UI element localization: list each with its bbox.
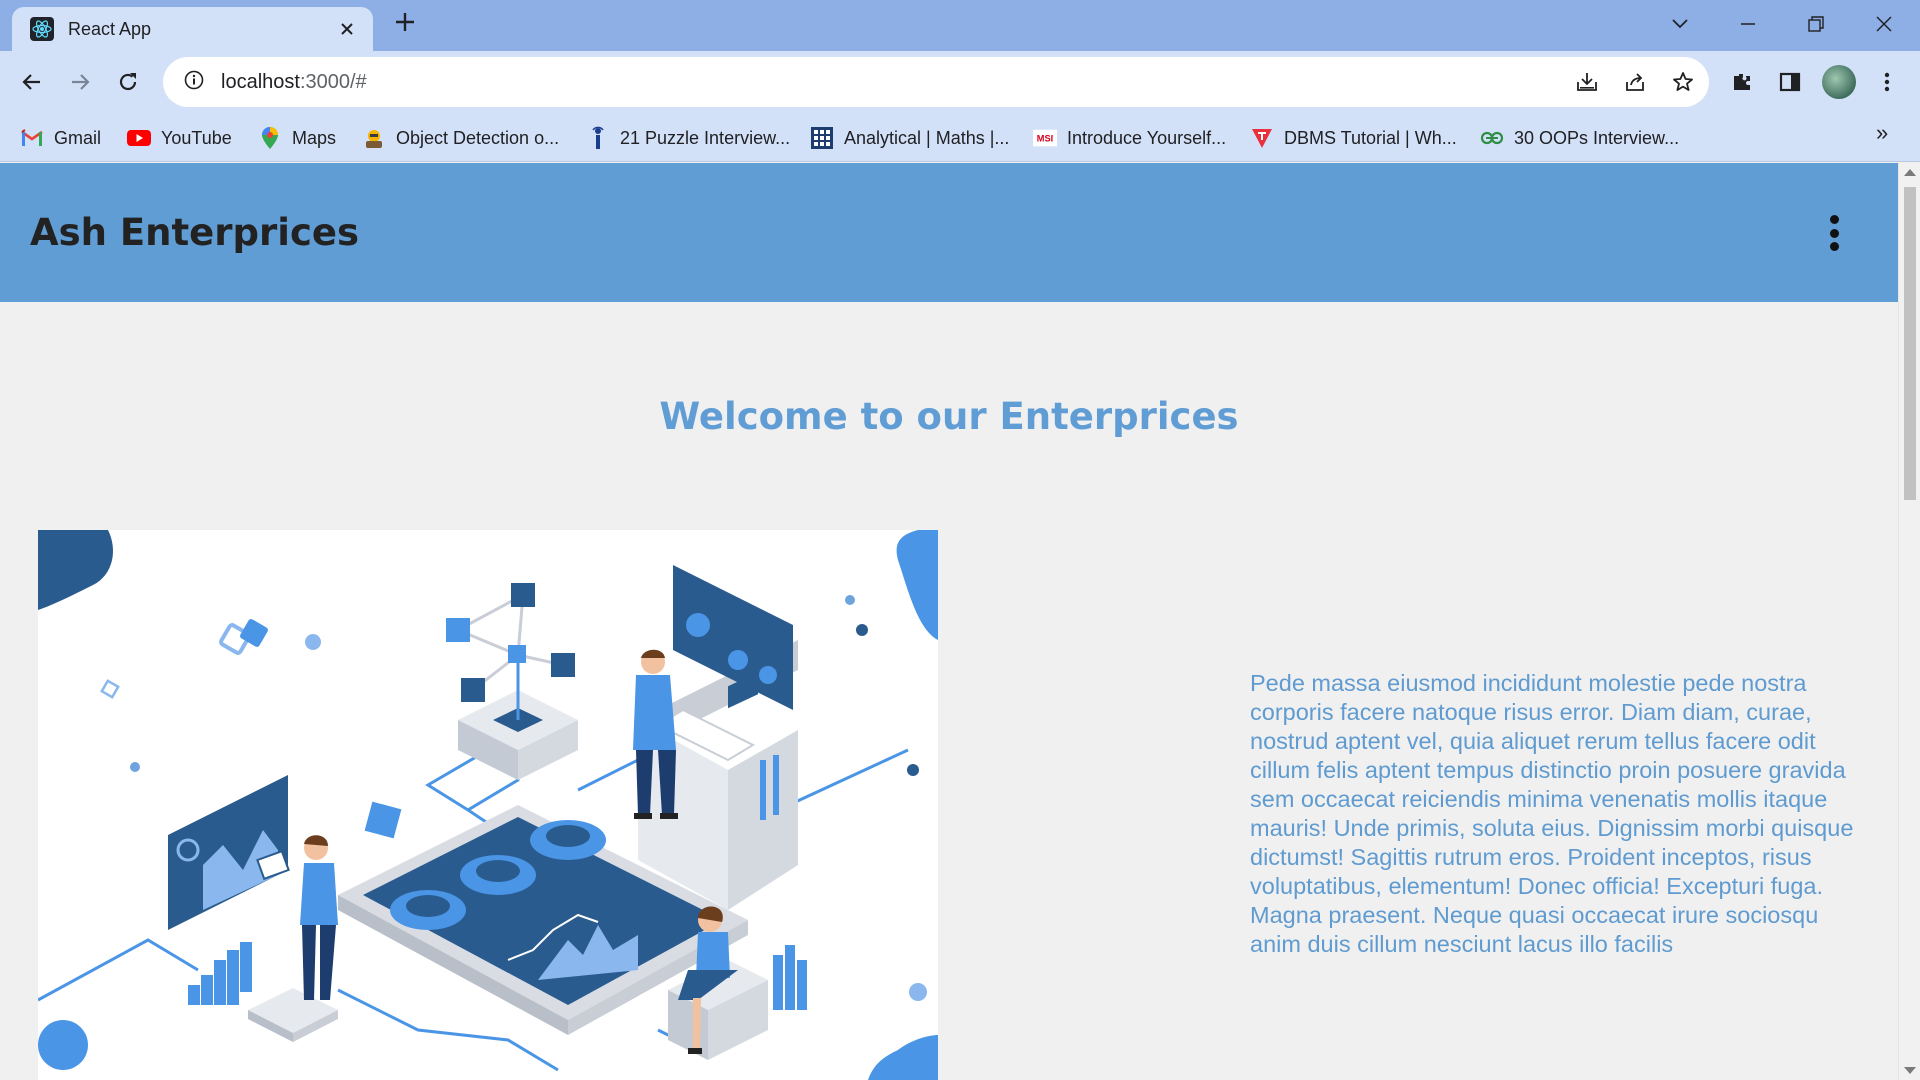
extensions-icon[interactable] [1725,65,1759,99]
bookmark-label: Analytical | Maths |... [844,127,1010,148]
back-button[interactable] [15,65,49,99]
url-path: :3000/# [299,70,367,93]
bookmark-object-detection[interactable]: Object Detection o... [362,125,559,151]
bookmark-label: Gmail [54,127,102,148]
bookmark-label: 30 OOPs Interview... [1514,127,1680,148]
bookmark-star-icon[interactable] [1669,68,1697,96]
tab-search-icon[interactable] [1665,9,1695,39]
page-viewport: Ash Enterprices Welcome to our Enterpric… [0,163,1898,1080]
site-header: Ash Enterprices [0,163,1898,302]
forward-button[interactable] [63,65,97,99]
address-bar[interactable]: localhost:3000/# [163,57,1709,107]
site-info-icon[interactable] [183,69,205,96]
bookmarks-bar: Gmail YouTube Maps Object Detection o...… [0,113,1920,162]
browser-menu-icon[interactable] [1870,65,1904,99]
close-tab-icon[interactable] [335,16,359,42]
site-menu-icon[interactable] [1820,215,1848,251]
side-panel-icon[interactable] [1773,65,1807,99]
bookmark-label: Object Detection o... [396,127,560,148]
dbms-icon [1250,126,1274,150]
gmail-icon [20,126,44,150]
scroll-thumb[interactable] [1904,187,1916,500]
tab-strip: React App [0,0,1920,51]
share-icon[interactable] [1621,68,1649,96]
install-icon[interactable] [1573,68,1601,96]
bookmark-puzzle[interactable]: 21 Puzzle Interview... [586,125,790,151]
bookmark-label: Maps [292,127,337,148]
gfg-icon [1480,126,1504,150]
bookmark-oops[interactable]: 30 OOPs Interview... [1480,125,1679,151]
maps-icon [258,126,282,150]
bookmark-label: DBMS Tutorial | Wh... [1284,127,1457,148]
svg-text:MSI: MSI [1037,134,1053,144]
hero-illustration [38,530,938,1080]
bookmarks-overflow-button[interactable]: » [1876,120,1888,146]
bookmark-label: Introduce Yourself... [1067,127,1227,148]
profile-avatar[interactable] [1822,65,1856,99]
close-window-icon[interactable] [1869,9,1899,39]
welcome-heading: Welcome to our Enterprices [659,395,1239,438]
page-scrollbar[interactable] [1898,163,1920,1080]
bookmark-analytical[interactable]: Analytical | Maths |... [810,125,1009,151]
url-host: localhost [221,70,300,93]
restore-icon[interactable] [1801,9,1831,39]
grid-icon [810,126,834,150]
bookmark-maps[interactable]: Maps [258,125,336,151]
bookmark-label: YouTube [161,127,232,148]
browser-toolbar: localhost:3000/# [0,51,1920,113]
bookmark-youtube[interactable]: YouTube [127,125,232,151]
browser-tab[interactable]: React App [12,7,373,51]
youtube-icon [127,126,151,150]
bookmark-gmail[interactable]: Gmail [20,125,101,151]
minimize-icon[interactable] [1733,9,1763,39]
url-text[interactable]: localhost:3000/# [221,71,367,94]
tab-title: React App [68,18,152,39]
scroll-down-arrow-icon[interactable] [1904,1067,1916,1074]
scroll-up-arrow-icon[interactable] [1904,169,1916,176]
bookmark-label: 21 Puzzle Interview... [620,127,791,148]
brand-title[interactable]: Ash Enterprices [30,211,359,254]
react-icon [30,17,54,41]
reload-button[interactable] [111,65,145,99]
object-detection-icon [362,126,386,150]
puzzle-icon [586,126,610,150]
bookmark-dbms[interactable]: DBMS Tutorial | Wh... [1250,125,1457,151]
intro-paragraph: Pede massa eiusmod incididunt molestie p… [1250,670,1854,957]
msi-icon: MSI [1033,126,1057,150]
bookmark-introduce-yourself[interactable]: MSI Introduce Yourself... [1033,125,1226,151]
new-tab-button[interactable] [390,10,420,40]
